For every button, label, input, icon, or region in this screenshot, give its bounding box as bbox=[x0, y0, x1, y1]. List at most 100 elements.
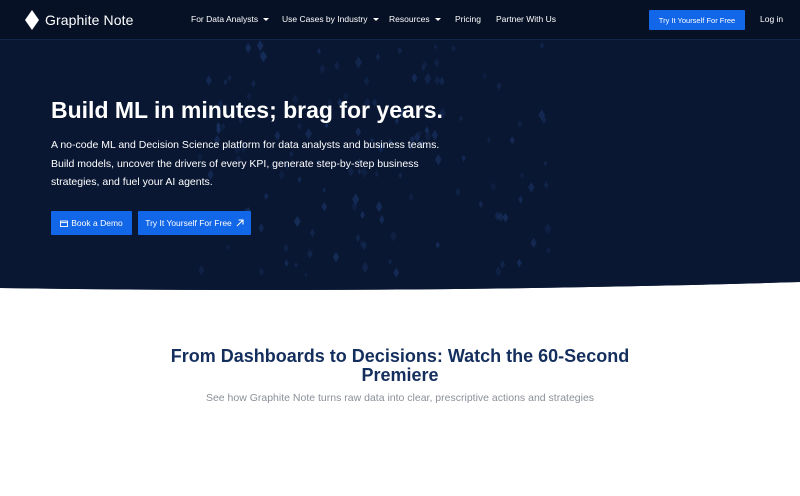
pattern-diamond bbox=[478, 200, 483, 209]
brand-name: Graphite Note bbox=[45, 12, 134, 28]
pattern-diamond bbox=[355, 233, 361, 243]
pattern-diamond bbox=[258, 223, 265, 233]
pattern-diamond bbox=[519, 172, 524, 179]
chevron-down-icon bbox=[434, 17, 441, 21]
nav-item-pricing[interactable]: Pricing bbox=[455, 14, 481, 24]
hero-description-line: strategies, and fuel your AI agents. bbox=[51, 176, 213, 188]
brand-logo[interactable]: Graphite Note bbox=[25, 10, 133, 30]
pattern-diamond bbox=[378, 214, 385, 225]
pattern-diamond bbox=[539, 41, 545, 50]
pattern-diamond bbox=[528, 182, 535, 193]
nav-item-label: Pricing bbox=[455, 14, 481, 24]
pattern-diamond bbox=[434, 75, 441, 86]
pattern-diamond bbox=[332, 251, 340, 263]
pattern-diamond bbox=[361, 261, 369, 274]
pattern-diamond bbox=[530, 237, 537, 249]
hero-description-line: Build models, uncover the drivers of eve… bbox=[51, 157, 419, 170]
login-link[interactable]: Log in bbox=[760, 14, 783, 24]
chevron-down-icon bbox=[263, 17, 270, 21]
pattern-diamond bbox=[459, 115, 463, 122]
pattern-diamond bbox=[309, 228, 316, 238]
pattern-diamond bbox=[334, 61, 340, 71]
pattern-diamond bbox=[411, 72, 418, 84]
pattern-diamond bbox=[225, 244, 230, 251]
hero-description: A no-code ML and Decision Science platfo… bbox=[51, 136, 441, 192]
pattern-diamond bbox=[319, 64, 326, 75]
nav-item-resources[interactable]: Resources bbox=[389, 14, 441, 24]
nav-item-label: Partner With Us bbox=[496, 14, 556, 24]
pattern-diamond bbox=[516, 258, 522, 268]
pattern-diamond bbox=[461, 154, 466, 162]
pattern-diamond bbox=[509, 136, 515, 145]
hero-description-line: A no-code ML and Decision Science platfo… bbox=[51, 139, 440, 151]
pattern-diamond bbox=[307, 248, 313, 259]
pattern-diamond bbox=[251, 79, 256, 88]
calendar-icon bbox=[60, 220, 69, 227]
pattern-diamond bbox=[293, 215, 301, 227]
pattern-diamond bbox=[544, 222, 552, 235]
pattern-diamond bbox=[502, 213, 509, 223]
nav-item-label: Resources bbox=[389, 14, 430, 24]
pattern-diamond bbox=[321, 202, 328, 212]
nav-item-for-data-analysts[interactable]: For Data Analysts bbox=[191, 14, 270, 24]
hero-title: Build ML in minutes; brag for years. bbox=[51, 97, 443, 123]
pattern-diamond bbox=[220, 123, 226, 131]
video-section-title: From Dashboards to Decisions: Watch the … bbox=[170, 346, 630, 385]
pattern-diamond bbox=[375, 53, 381, 61]
pattern-diamond bbox=[393, 267, 400, 278]
pattern-diamond bbox=[546, 246, 551, 255]
pattern-diamond bbox=[424, 72, 432, 85]
pattern-diamond bbox=[499, 260, 506, 269]
pattern-diamond bbox=[256, 40, 264, 52]
pattern-diamond bbox=[543, 160, 548, 167]
pattern-diamond bbox=[283, 243, 289, 253]
pattern-diamond bbox=[408, 192, 414, 202]
pattern-diamond bbox=[451, 44, 456, 52]
pattern-diamond bbox=[496, 81, 502, 91]
pattern-diamond bbox=[244, 42, 252, 54]
pattern-diamond bbox=[439, 76, 445, 87]
pattern-diamond bbox=[486, 136, 491, 144]
nav-item-label: For Data Analysts bbox=[191, 14, 259, 24]
book-demo-label: Book a Demo bbox=[71, 218, 123, 228]
pattern-diamond bbox=[284, 259, 289, 267]
pattern-diamond bbox=[223, 78, 228, 86]
nav-try-free-button[interactable]: Try It Yourself For Free bbox=[649, 10, 745, 30]
pattern-diamond bbox=[227, 74, 232, 82]
try-free-label: Try It Yourself For Free bbox=[145, 218, 232, 228]
pattern-diamond bbox=[482, 72, 487, 80]
pattern-diamond bbox=[397, 46, 403, 55]
pattern-diamond bbox=[317, 48, 321, 55]
try-free-button[interactable]: Try It Yourself For Free bbox=[138, 211, 251, 235]
nav-item-use-cases-by-industry[interactable]: Use Cases by Industry bbox=[282, 14, 379, 24]
diamond-logo-icon bbox=[25, 10, 39, 30]
hero-bottom-curve bbox=[0, 282, 800, 296]
pattern-diamond bbox=[455, 188, 461, 196]
pattern-diamond bbox=[388, 258, 393, 266]
pattern-diamond bbox=[294, 261, 298, 269]
pattern-diamond bbox=[433, 43, 438, 50]
pattern-diamond bbox=[363, 76, 370, 86]
pattern-diamond bbox=[390, 230, 397, 242]
chevron-down-icon bbox=[372, 17, 379, 21]
pattern-diamond bbox=[375, 201, 383, 213]
book-demo-button[interactable]: Book a Demo bbox=[51, 211, 132, 235]
top-navbar: Graphite Note For Data Analysts Use Case… bbox=[0, 0, 800, 40]
pattern-diamond bbox=[304, 271, 308, 278]
pattern-diamond bbox=[355, 127, 362, 137]
pattern-diamond bbox=[435, 241, 440, 249]
pattern-diamond bbox=[205, 75, 212, 86]
pattern-diamond bbox=[433, 58, 440, 68]
pattern-diamond bbox=[543, 181, 549, 190]
pattern-diamond bbox=[258, 267, 264, 277]
pattern-diamond bbox=[198, 265, 205, 275]
pattern-diamond bbox=[263, 192, 269, 200]
video-section-subtitle: See how Graphite Note turns raw data int… bbox=[205, 392, 595, 404]
pattern-diamond bbox=[360, 210, 365, 219]
arrow-up-right-icon bbox=[236, 219, 244, 227]
nav-item-label: Use Cases by Industry bbox=[282, 14, 368, 24]
pattern-diamond bbox=[517, 120, 523, 128]
nav-item-partner-with-us[interactable]: Partner With Us bbox=[496, 14, 556, 24]
pattern-diamond bbox=[354, 56, 363, 69]
pattern-diamond bbox=[495, 266, 502, 277]
